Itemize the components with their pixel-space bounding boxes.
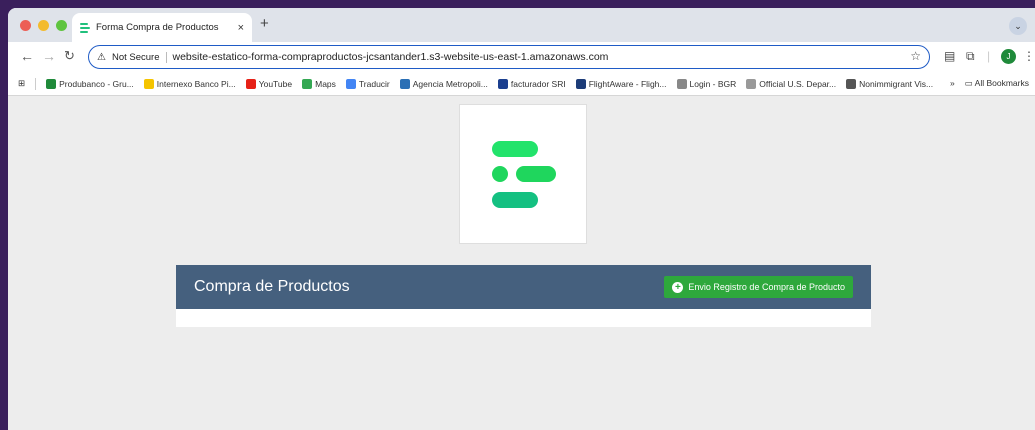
extension-icon[interactable]: ▤ (944, 49, 955, 63)
bookmarks-overflow-button[interactable]: » (950, 78, 955, 89)
bookmark-favicon-icon (497, 78, 508, 89)
logo-dot (492, 166, 508, 182)
toolbar-divider: | (987, 49, 991, 63)
panel-header: Compra de Productos + Envio Registro de … (176, 265, 871, 309)
bookmark-label: Agencia Metropoli... (412, 78, 488, 89)
bookmark-item[interactable]: Maps (302, 78, 336, 89)
back-arrow-icon[interactable]: ← (20, 48, 34, 64)
bookmark-favicon-icon (746, 78, 757, 89)
profile-avatar[interactable]: J (1001, 49, 1016, 64)
bookmark-label: Produbanco - Gru... (59, 78, 134, 89)
url-text[interactable]: website-estatico-forma-compraproductos-j… (173, 51, 609, 63)
browser-window: Forma Compra de Productos × + ⌄ ← → ↻ ⚠ … (8, 8, 1035, 430)
site-favicon-icon (80, 22, 90, 33)
bookmark-label: Maps (315, 78, 336, 89)
bookmarks-list: Produbanco - Gru... Internexo Banco Pi...… (46, 78, 943, 89)
logo-bar-bottom (492, 192, 538, 208)
bookmark-item[interactable]: Internexo Banco Pi... (143, 78, 236, 89)
bookmark-favicon-icon (302, 78, 313, 89)
bookmark-item[interactable]: Official U.S. Depar... (746, 78, 837, 89)
submit-purchase-button[interactable]: + Envio Registro de Compra de Producto (664, 276, 853, 298)
panel-title: Compra de Productos (194, 278, 350, 295)
bookmark-label: FlightAware - Fligh... (588, 78, 667, 89)
bookmarks-bar: ⊞ Produbanco - Gru... Internexo Banco Pi.… (8, 72, 1035, 96)
tab-close-icon[interactable]: × (238, 22, 244, 34)
bookmark-favicon-icon (46, 78, 57, 89)
window-controls (20, 20, 67, 31)
bookmark-favicon-icon (575, 78, 586, 89)
logo-bar-top (492, 141, 538, 157)
tab-search-button[interactable]: ⌄ (1009, 17, 1027, 35)
warning-icon[interactable]: ⚠ (97, 52, 106, 63)
purchase-panel: Compra de Productos + Envio Registro de … (176, 265, 871, 327)
bookmark-label: Login - BGR (689, 78, 737, 89)
bookmark-item[interactable]: facturador SRI (497, 78, 566, 89)
tab-title: Forma Compra de Productos (96, 22, 219, 33)
bookmark-item[interactable]: Nonimmigrant Vis... (846, 78, 934, 89)
page-content: Compra de Productos + Envio Registro de … (8, 96, 1035, 430)
tab-strip: Forma Compra de Productos × + ⌄ (8, 8, 1035, 42)
bookmark-favicon-icon (245, 78, 256, 89)
bookmark-item[interactable]: Agencia Metropoli... (399, 78, 488, 89)
bookmark-label: facturador SRI (510, 78, 566, 89)
bookmark-favicon-icon (143, 78, 154, 89)
bookmark-favicon-icon (345, 78, 356, 89)
not-secure-label[interactable]: Not Secure (112, 51, 167, 63)
forward-arrow-icon[interactable]: → (42, 48, 56, 64)
bookmark-favicon-icon (676, 78, 687, 89)
submit-purchase-label: Envio Registro de Compra de Producto (688, 282, 845, 292)
new-tab-button[interactable]: + (260, 15, 269, 32)
bookmark-item[interactable]: Produbanco - Gru... (46, 78, 134, 89)
bookmark-favicon-icon (399, 78, 410, 89)
bookmark-star-icon[interactable]: ☆ (910, 49, 921, 63)
bookmark-label: Official U.S. Depar... (759, 78, 837, 89)
apps-grid-icon[interactable]: ⊞ (18, 78, 25, 89)
address-bar[interactable]: ⚠ Not Secure website-estatico-forma-comp… (88, 45, 930, 69)
bookmark-label: Nonimmigrant Vis... (859, 78, 934, 89)
menu-kebab-icon[interactable]: ⋮ (1023, 49, 1035, 63)
bookmark-favicon-icon (846, 78, 857, 89)
minimize-window-button[interactable] (38, 20, 49, 31)
close-window-button[interactable] (20, 20, 31, 31)
bookmarks-right: » ▭ All Bookmarks (950, 78, 1029, 89)
tab-forma-compra[interactable]: Forma Compra de Productos × (72, 13, 252, 42)
logo-bar-middle (516, 166, 556, 182)
plus-circle-icon: + (672, 281, 684, 293)
bookmark-label: Traducir (358, 78, 390, 89)
browser-toolbar: ← → ↻ ⚠ Not Secure website-estatico-form… (8, 42, 1035, 72)
all-bookmarks-button[interactable]: ▭ All Bookmarks (965, 78, 1029, 89)
bookmark-label: YouTube (258, 78, 293, 89)
bookmark-item[interactable]: Login - BGR (676, 78, 737, 89)
maximize-window-button[interactable] (56, 20, 67, 31)
bookmark-item[interactable]: Traducir (345, 78, 390, 89)
folder-icon: ▭ (964, 78, 975, 88)
puzzle-extensions-icon[interactable]: ⧉ (966, 49, 975, 64)
bookmark-item[interactable]: YouTube (245, 78, 293, 89)
all-bookmarks-label: All Bookmarks (974, 78, 1029, 88)
logo-card (459, 104, 587, 244)
bookmarks-divider (35, 77, 37, 90)
bookmark-item[interactable]: FlightAware - Fligh... (575, 78, 667, 89)
bookmark-label: Internexo Banco Pi... (156, 78, 236, 89)
reload-icon[interactable]: ↻ (64, 48, 75, 64)
